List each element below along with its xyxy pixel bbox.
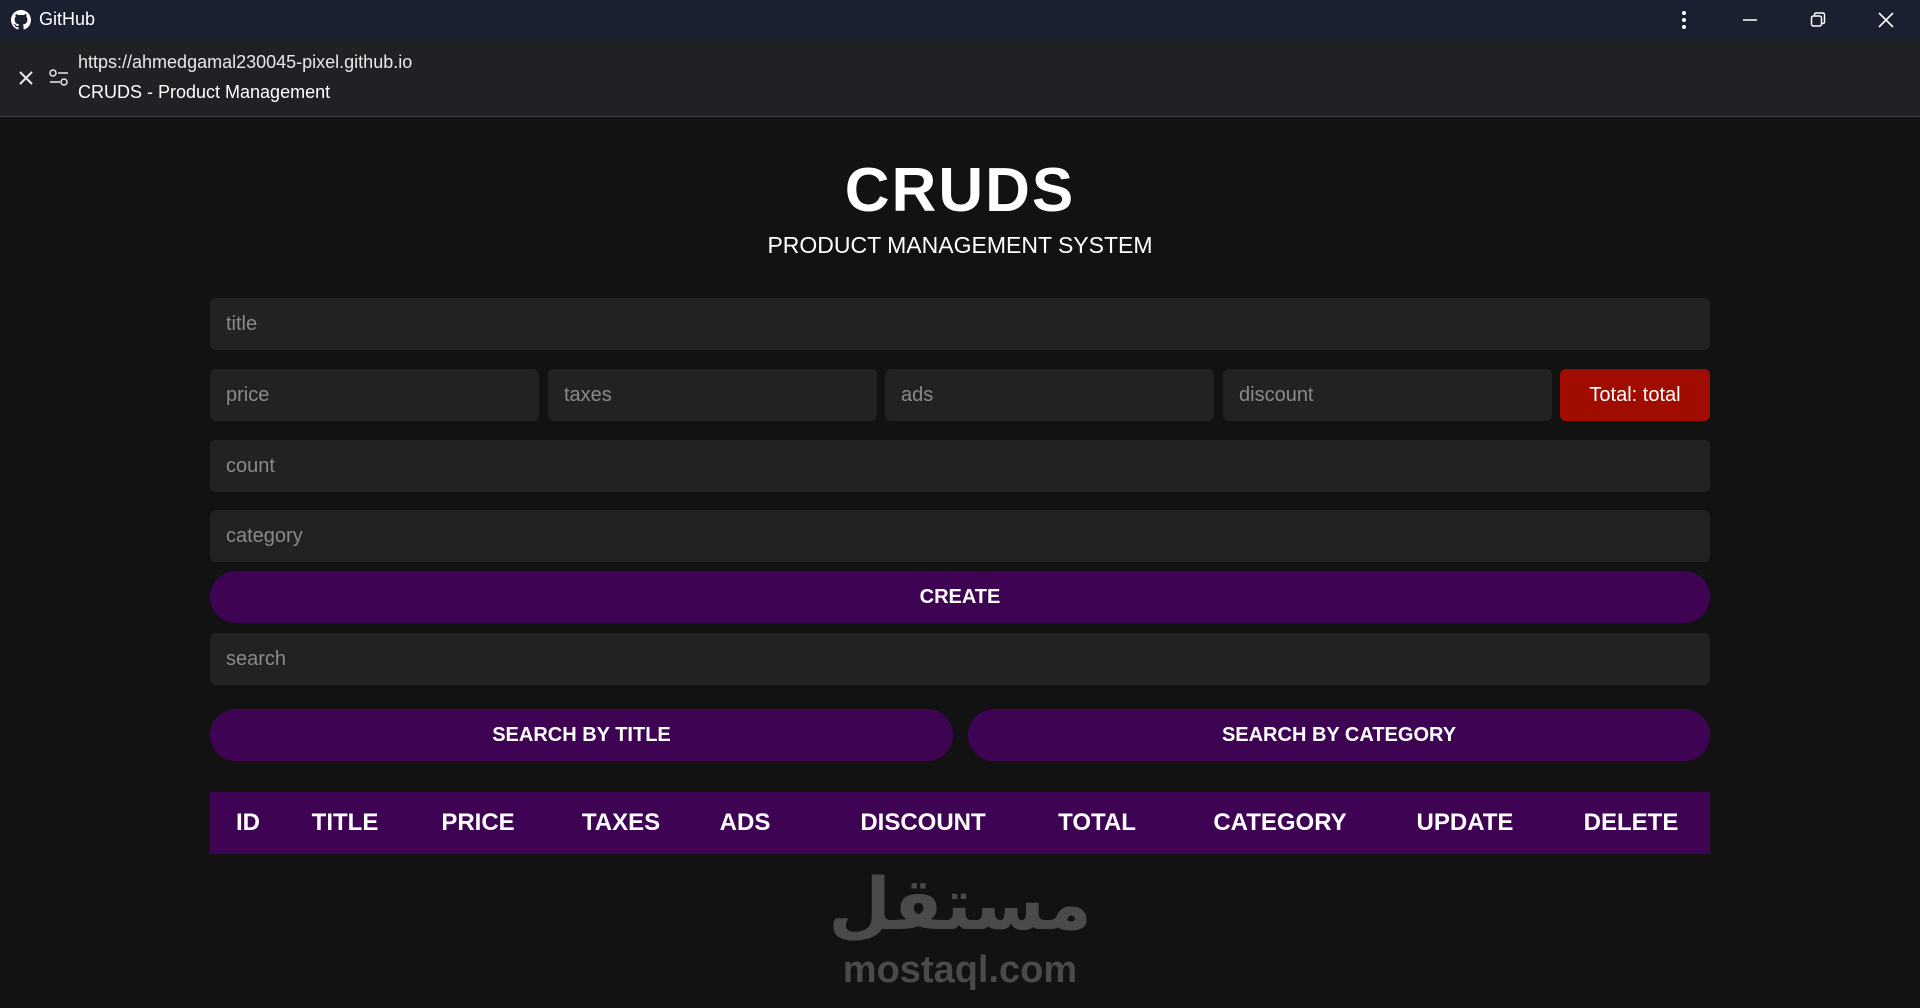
products-table-header: ID TITLE PRICE TAXES ADS DISCOUNT TOTAL … [210, 792, 1710, 854]
page-url[interactable]: https://ahmedgamal230045-pixel.github.io [78, 52, 412, 73]
search-by-category-button[interactable]: SEARCH BY CATEGORY [968, 709, 1710, 761]
column-header-title: TITLE [311, 809, 379, 836]
column-header-delete: DELETE [1583, 809, 1679, 836]
restore-icon[interactable] [1784, 0, 1852, 39]
category-input[interactable] [210, 510, 1710, 562]
app-name: GitHub [39, 9, 96, 29]
page-title: CRUDS [844, 156, 1076, 225]
column-header-total: TOTAL [1058, 809, 1136, 836]
price-input[interactable] [210, 369, 539, 421]
column-header-id: ID [236, 809, 260, 836]
column-header-price: PRICE [441, 809, 515, 836]
create-button[interactable]: CREATE [210, 571, 1710, 623]
total-badge: Total: total [1560, 369, 1710, 421]
taxes-input[interactable] [548, 369, 877, 421]
title-input[interactable] [210, 298, 1710, 350]
close-icon[interactable] [1852, 0, 1920, 39]
column-header-ads: ADS [719, 809, 771, 836]
column-header-discount: DISCOUNT [860, 809, 986, 836]
address-bar: https://ahmedgamal230045-pixel.github.io… [0, 39, 1920, 117]
page-tab-title: CRUDS - Product Management [78, 82, 331, 102]
watermark-logo-arabic: مستقل [828, 862, 1092, 946]
discount-input[interactable] [1223, 369, 1552, 421]
more-vert-icon[interactable] [1664, 0, 1704, 39]
search-input[interactable] [210, 633, 1710, 685]
tune-icon[interactable] [47, 66, 71, 90]
column-header-category: CATEGORY [1213, 809, 1347, 836]
count-input[interactable] [210, 440, 1710, 492]
window-titlebar: GitHub [0, 0, 1920, 39]
column-header-update: UPDATE [1416, 809, 1514, 836]
minimize-icon[interactable] [1716, 0, 1784, 39]
close-icon[interactable] [14, 66, 38, 90]
watermark-logo-latin: mostaql.com [842, 949, 1078, 991]
page-subtitle: PRODUCT MANAGEMENT SYSTEM [767, 232, 1153, 258]
search-by-title-button[interactable]: SEARCH BY TITLE [210, 709, 953, 761]
ads-input[interactable] [885, 369, 1214, 421]
window-controls [1664, 0, 1920, 39]
column-header-taxes: TAXES [581, 809, 661, 836]
github-icon [11, 9, 31, 30]
